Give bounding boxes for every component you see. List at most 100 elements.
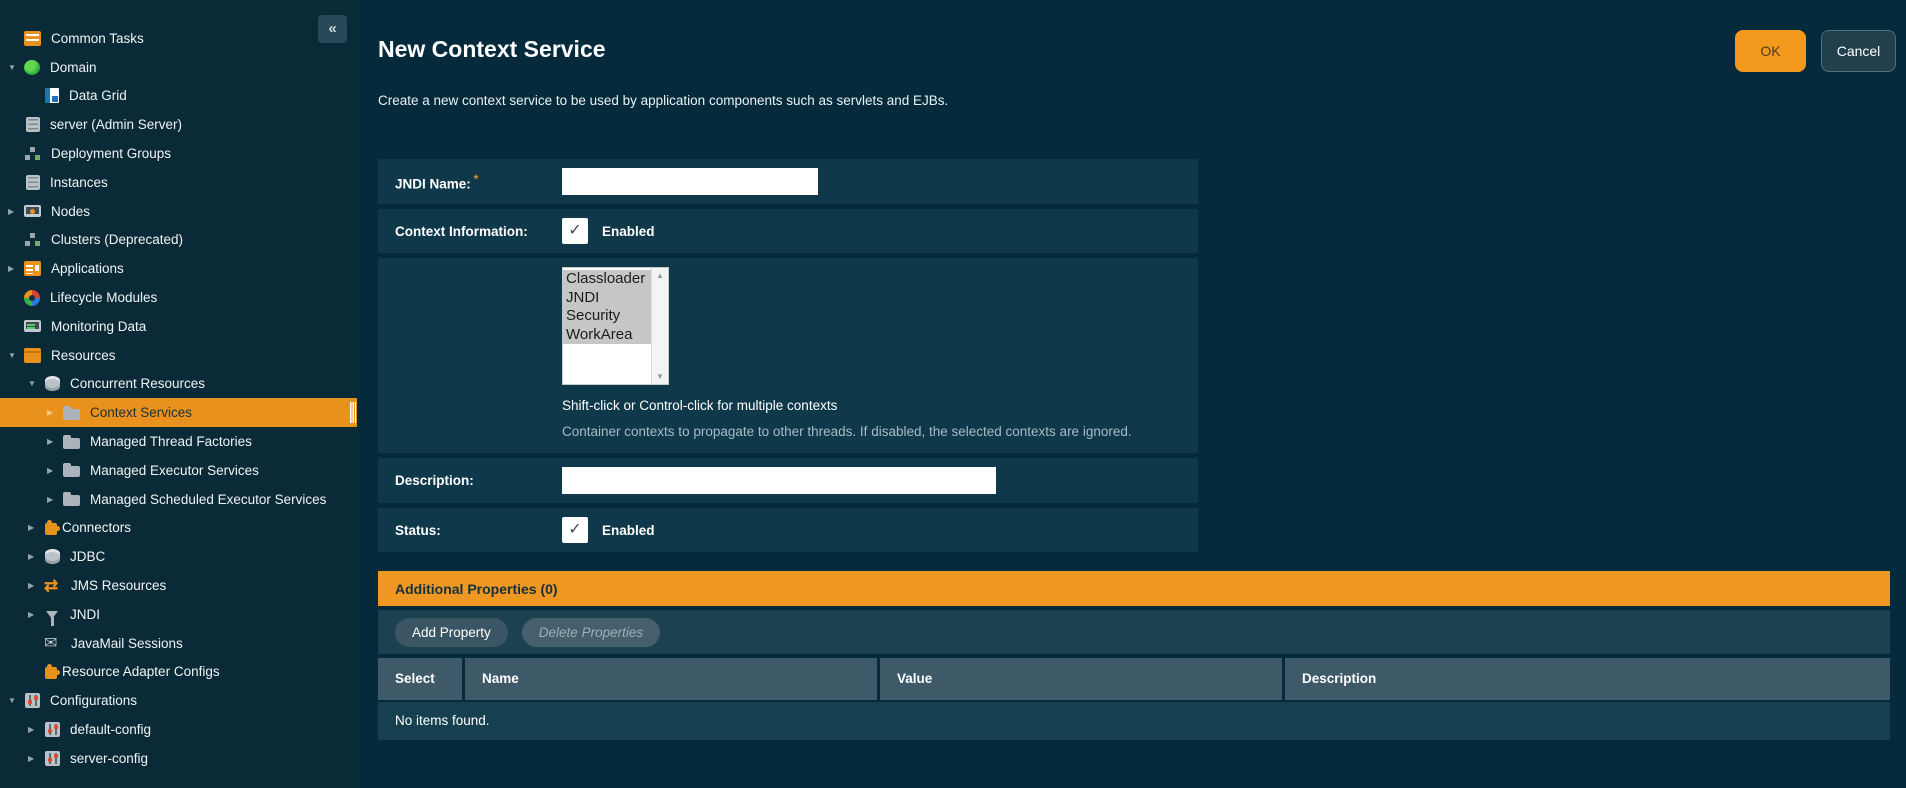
chevron-down-icon[interactable] <box>8 63 24 72</box>
chevron-right-icon[interactable] <box>28 523 44 532</box>
chevron-right-icon[interactable] <box>28 725 44 734</box>
sidebar-item-jms-resources[interactable]: JMS Resources <box>0 571 357 600</box>
context-option-classloader[interactable]: Classloader <box>563 270 651 289</box>
column-header-description: Description <box>1285 658 1890 700</box>
chevron-right-icon[interactable] <box>8 207 24 216</box>
sidebar-collapse-button[interactable]: « <box>318 15 347 43</box>
monitor-icon <box>24 205 41 217</box>
new-context-service-form: JNDI Name:* Context Information: ✓ Enabl… <box>378 159 1198 557</box>
box-icon <box>24 348 41 363</box>
sidebar-item-data-grid[interactable]: Data Grid <box>0 82 357 111</box>
chevron-right-icon[interactable] <box>47 495 63 504</box>
context-information-label: Context Information: <box>395 224 562 239</box>
server-icon <box>26 175 40 190</box>
context-information-row: Context Information: ✓ Enabled <box>378 209 1198 253</box>
puzzle-icon <box>45 523 57 535</box>
chevron-down-icon[interactable] <box>28 379 44 388</box>
properties-empty-row: No items found. <box>378 702 1890 740</box>
sidebar-item-context-services[interactable]: Context Services <box>0 398 357 427</box>
chevron-right-icon[interactable] <box>47 437 63 446</box>
chevron-right-icon[interactable] <box>47 408 63 417</box>
status-row: Status: ✓ Enabled <box>378 508 1198 552</box>
sidebar-item-javamail-sessions[interactable]: JavaMail Sessions <box>0 629 357 658</box>
server-icon <box>26 117 40 132</box>
jndi-name-row: JNDI Name:* <box>378 159 1198 204</box>
sidebar-item-jdbc[interactable]: JDBC <box>0 542 357 571</box>
application-window-icon <box>24 261 41 276</box>
sidebar-item-jndi[interactable]: JNDI <box>0 600 357 629</box>
ok-button[interactable]: OK <box>1735 30 1806 72</box>
context-option-jndi[interactable]: JNDI <box>563 289 651 308</box>
contexts-row: Classloader JNDI Security WorkArea ▲ ▼ S… <box>378 258 1198 453</box>
sidebar-item-default-config[interactable]: default-config <box>0 715 357 744</box>
properties-table-header: Select Name Value Description <box>378 658 1890 700</box>
folder-icon <box>63 495 80 506</box>
folder-icon <box>63 466 80 477</box>
sidebar-item-concurrent-resources[interactable]: Concurrent Resources <box>0 370 357 399</box>
sidebar-item-instances[interactable]: Instances <box>0 168 357 197</box>
puzzle-icon <box>45 667 57 679</box>
page-subtitle: Create a new context service to be used … <box>378 93 948 108</box>
description-input[interactable] <box>562 467 996 494</box>
chevron-down-icon[interactable] <box>8 696 24 705</box>
sidebar-item-deployment-groups[interactable]: Deployment Groups <box>0 139 357 168</box>
context-option-workarea[interactable]: WorkArea <box>563 326 651 345</box>
scroll-down-icon[interactable]: ▼ <box>656 372 664 381</box>
sidebar-item-clusters[interactable]: Clusters (Deprecated) <box>0 226 357 255</box>
sidebar-item-managed-thread-factories[interactable]: Managed Thread Factories <box>0 427 357 456</box>
network-icon <box>24 232 41 247</box>
sidebar-item-managed-executor-services[interactable]: Managed Executor Services <box>0 456 357 485</box>
sidebar-item-monitoring-data[interactable]: Monitoring Data <box>0 312 357 341</box>
sidebar-item-lifecycle-modules[interactable]: Lifecycle Modules <box>0 283 357 312</box>
chevron-right-icon[interactable] <box>28 552 44 561</box>
jndi-name-input[interactable] <box>562 168 818 195</box>
jndi-name-label: JNDI Name:* <box>395 172 562 192</box>
sidebar-item-server-admin[interactable]: server (Admin Server) <box>0 110 357 139</box>
sidebar-item-connectors[interactable]: Connectors <box>0 514 357 543</box>
chevron-right-icon[interactable] <box>28 610 44 619</box>
sidebar-item-common-tasks[interactable]: Common Tasks <box>0 24 357 53</box>
funnel-icon <box>46 611 58 619</box>
sidebar-item-managed-scheduled-executor-services[interactable]: Managed Scheduled Executor Services <box>0 485 357 514</box>
context-information-checkbox[interactable]: ✓ <box>562 218 588 244</box>
additional-properties-header: Additional Properties (0) <box>378 571 1890 606</box>
chevron-down-icon[interactable] <box>8 351 24 360</box>
sidebar-item-resource-adapter-configs[interactable]: Resource Adapter Configs <box>0 658 357 687</box>
properties-toolbar: Add Property Delete Properties <box>378 610 1890 654</box>
sidebar-item-applications[interactable]: Applications <box>0 254 357 283</box>
sidebar-item-nodes[interactable]: Nodes <box>0 197 357 226</box>
cancel-button[interactable]: Cancel <box>1821 30 1896 72</box>
column-header-value: Value <box>880 658 1282 700</box>
folder-icon <box>63 438 80 449</box>
column-header-select: Select <box>378 658 462 700</box>
scrollbar-grip[interactable] <box>350 402 356 423</box>
folder-icon <box>63 409 80 420</box>
delete-properties-button[interactable]: Delete Properties <box>522 618 660 647</box>
description-label: Description: <box>395 473 562 488</box>
lifecycle-circle-icon <box>24 290 40 306</box>
contexts-listbox[interactable]: Classloader JNDI Security WorkArea ▲ ▼ <box>562 267 669 385</box>
column-header-name: Name <box>465 658 877 700</box>
chevron-right-icon[interactable] <box>8 264 24 273</box>
table-icon <box>24 31 41 46</box>
data-grid-icon <box>45 88 59 103</box>
add-property-button[interactable]: Add Property <box>395 618 508 647</box>
monitor-terminal-icon <box>24 320 41 332</box>
sidebar-item-domain[interactable]: Domain <box>0 53 357 82</box>
contexts-field: Classloader JNDI Security WorkArea ▲ ▼ S… <box>562 267 1132 444</box>
sidebar-item-server-config[interactable]: server-config <box>0 744 357 773</box>
listbox-scrollbar[interactable]: ▲ ▼ <box>651 268 668 384</box>
status-label: Status: <box>395 523 562 538</box>
contexts-options: Classloader JNDI Security WorkArea <box>563 268 651 384</box>
sidebar-item-resources[interactable]: Resources <box>0 341 357 370</box>
sliders-icon <box>45 722 60 737</box>
sidebar-item-configurations[interactable]: Configurations <box>0 686 357 715</box>
context-option-security[interactable]: Security <box>563 307 651 326</box>
contexts-hint: Shift-click or Control-click for multipl… <box>562 398 1132 413</box>
chevron-right-icon[interactable] <box>28 754 44 763</box>
chevron-right-icon[interactable] <box>28 581 44 590</box>
status-checkbox[interactable]: ✓ <box>562 517 588 543</box>
top-action-buttons: OK Cancel <box>1735 30 1896 72</box>
scroll-up-icon[interactable]: ▲ <box>656 271 664 280</box>
chevron-right-icon[interactable] <box>47 466 63 475</box>
